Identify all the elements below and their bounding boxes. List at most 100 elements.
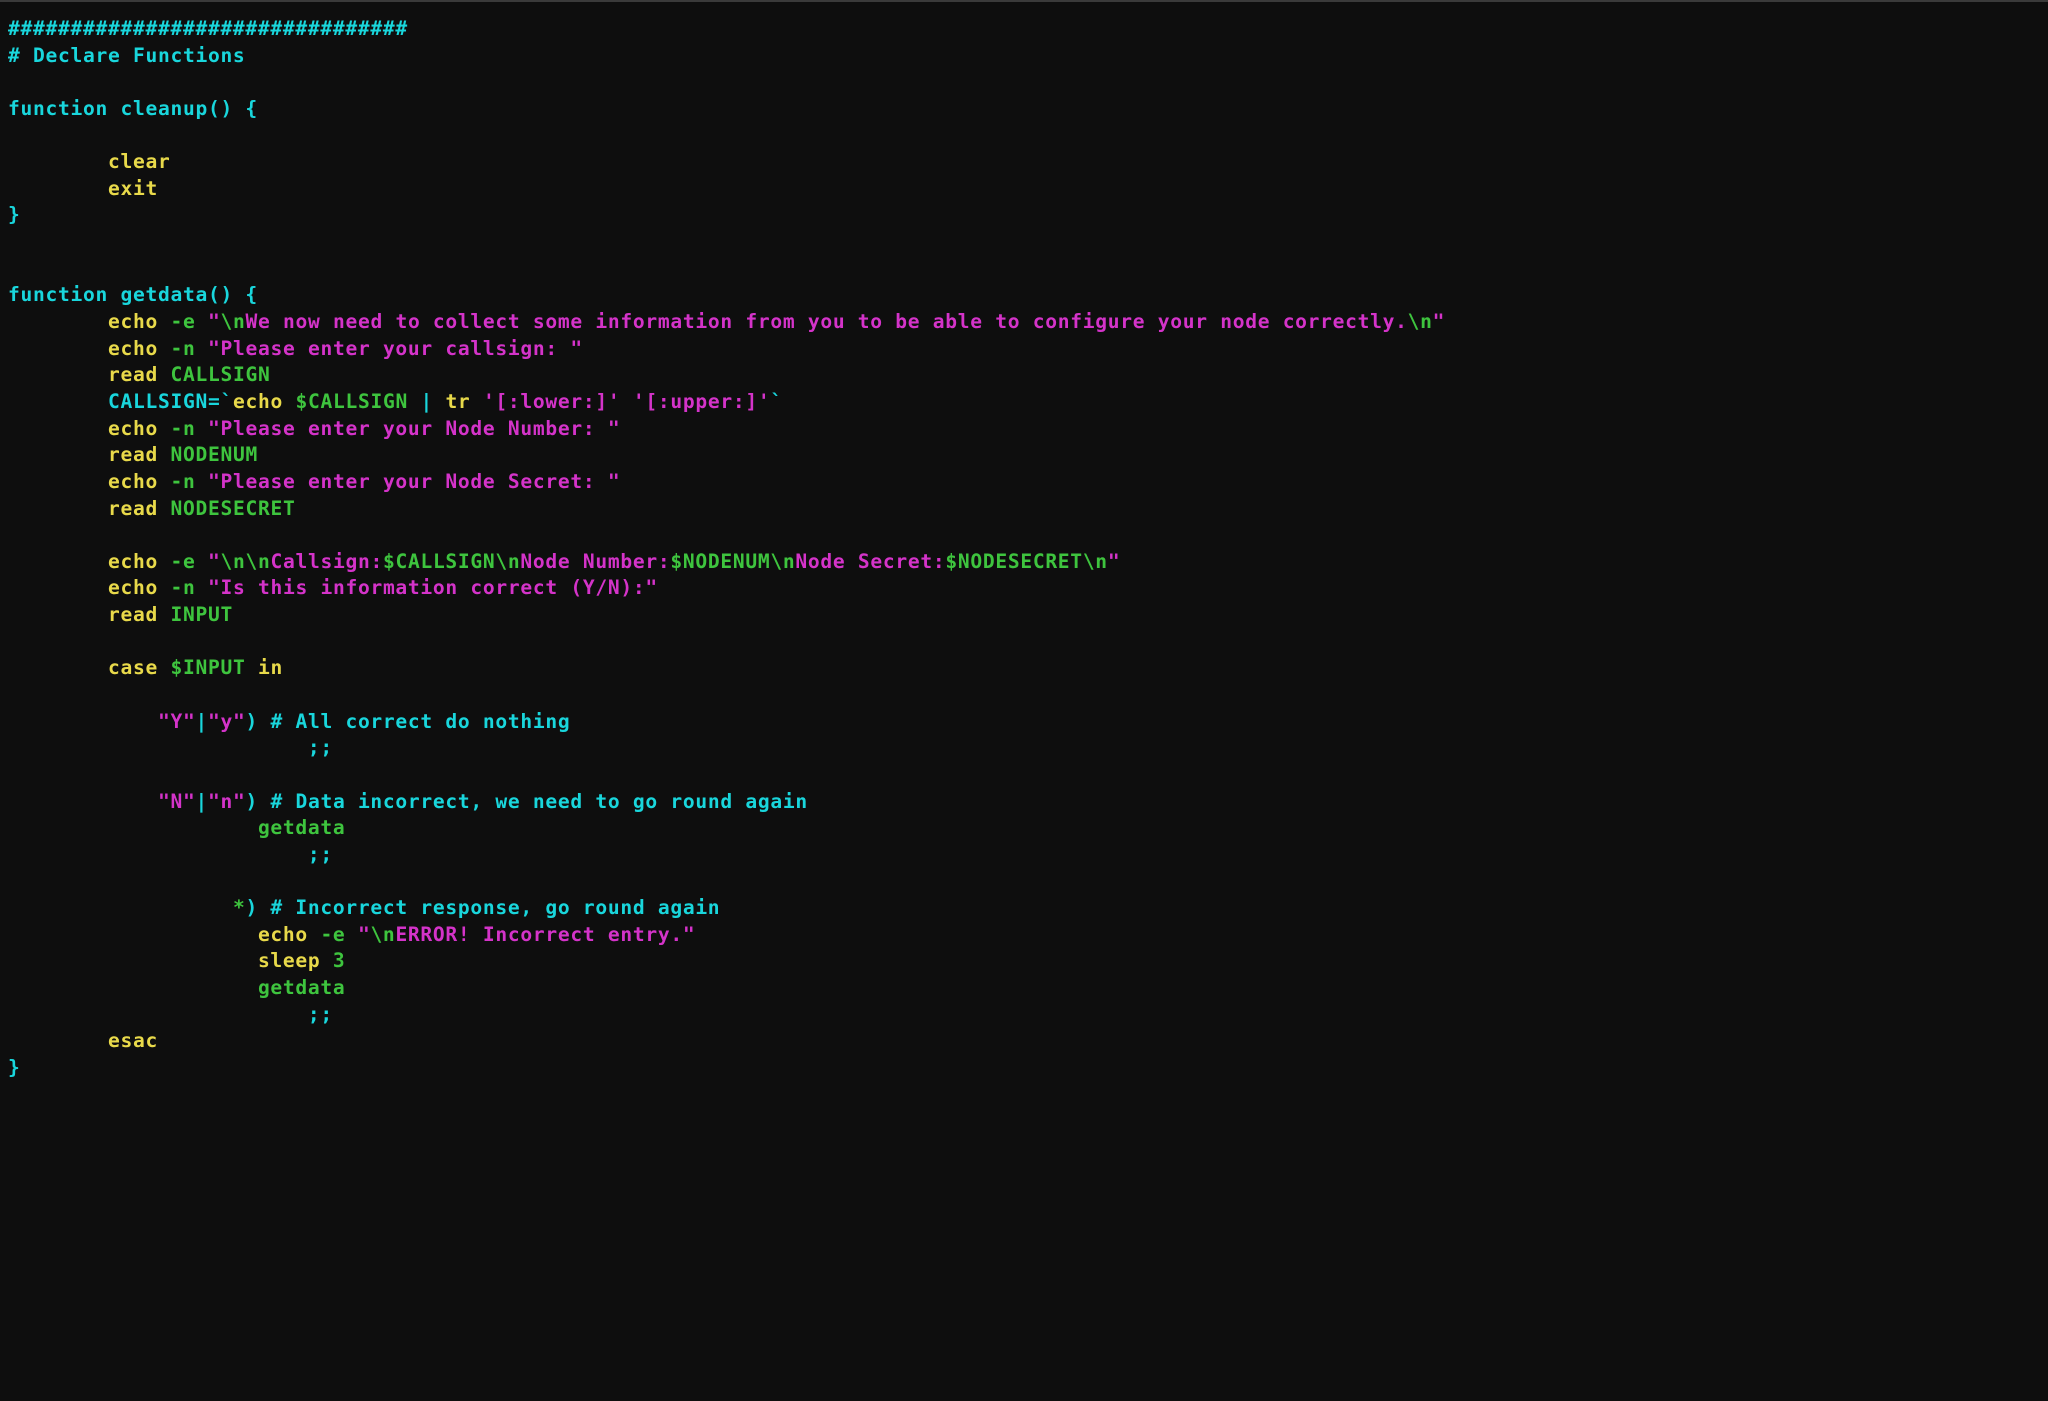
esc-nn: \n\n <box>220 550 270 573</box>
quote: " <box>608 470 621 493</box>
quote: " <box>233 790 246 813</box>
cmd-echo: echo <box>108 310 158 333</box>
comment-correct: # All correct do nothing <box>258 710 570 733</box>
flag-n: -n <box>170 417 195 440</box>
quote: " <box>208 470 221 493</box>
call-getdata: getdata <box>258 976 345 999</box>
cmd-echo: echo <box>233 390 283 413</box>
lit-3: 3 <box>333 949 346 972</box>
quote: " <box>183 790 196 813</box>
var-callsign: CALLSIGN <box>170 363 270 386</box>
fn-getdata-decl: function getdata() { <box>8 283 258 306</box>
code-block: ################################ # Decla… <box>0 0 2048 1090</box>
varref-nodenum: $NODENUM <box>670 550 770 573</box>
comment-incorrect: # Data incorrect, we need to go round ag… <box>258 790 808 813</box>
quote: " <box>208 790 221 813</box>
var-nodenum: NODENUM <box>170 443 257 466</box>
comment-badresp: # Incorrect response, go round again <box>258 896 720 919</box>
pipe: | <box>195 710 208 733</box>
cmd-tr: tr <box>445 390 470 413</box>
quote: " <box>158 790 171 813</box>
quote: " <box>1433 310 1446 333</box>
quote: " <box>183 710 196 733</box>
cmd-echo: echo <box>258 923 308 946</box>
str-enter-nodenum: Please enter your Node Number: <box>220 417 607 440</box>
flag-e: -e <box>170 550 195 573</box>
kw-esac: esac <box>108 1029 158 1052</box>
quote: " <box>608 417 621 440</box>
case-N: N <box>170 790 183 813</box>
cmd-echo: echo <box>108 470 158 493</box>
comment-hash: ################################ <box>8 17 408 40</box>
case-paren: ) <box>245 790 258 813</box>
quote: " <box>358 923 371 946</box>
esc-n: \n <box>770 550 795 573</box>
brace-close: } <box>8 1056 21 1079</box>
quote: " <box>208 710 221 733</box>
cmd-read: read <box>108 497 158 520</box>
str-info: We now need to collect some information … <box>245 310 1407 333</box>
quote: " <box>1108 550 1121 573</box>
esc-n: \n <box>1408 310 1433 333</box>
equals: = <box>208 390 221 413</box>
dsemi: ;; <box>308 736 333 759</box>
cmd-read: read <box>108 363 158 386</box>
flag-n: -n <box>170 337 195 360</box>
varref-input: $INPUT <box>170 656 245 679</box>
cmd-exit: exit <box>108 177 158 200</box>
str-enter-callsign: Please enter your callsign: <box>220 337 570 360</box>
esc-n: \n <box>495 550 520 573</box>
quote: " <box>683 923 696 946</box>
esc-n: \n <box>1083 550 1108 573</box>
backtick: ` <box>220 390 233 413</box>
dsemi: ;; <box>308 1003 333 1026</box>
quote: " <box>208 337 221 360</box>
cmd-echo: echo <box>108 550 158 573</box>
dsemi: ;; <box>308 843 333 866</box>
cmd-echo: echo <box>108 576 158 599</box>
str-confirm: Is this information correct (Y/N): <box>220 576 645 599</box>
quote: " <box>208 417 221 440</box>
str-nodenum-label: Node Number: <box>520 550 670 573</box>
flag-n: -n <box>170 470 195 493</box>
str-enter-secret: Please enter your Node Secret: <box>220 470 607 493</box>
case-star: * <box>233 896 246 919</box>
case-paren: ) <box>245 710 258 733</box>
flag-n: -n <box>170 576 195 599</box>
str-upper: '[:upper:]' <box>633 390 770 413</box>
var-input: INPUT <box>170 603 232 626</box>
quote: " <box>208 550 221 573</box>
str-error: ERROR! Incorrect entry. <box>395 923 682 946</box>
pipe: | <box>195 790 208 813</box>
str-lower: '[:lower:]' <box>483 390 620 413</box>
esc-n: \n <box>220 310 245 333</box>
pipe: | <box>420 390 433 413</box>
quote: " <box>208 576 221 599</box>
cmd-sleep: sleep <box>258 949 320 972</box>
cmd-echo: echo <box>108 417 158 440</box>
var-nodesecret: NODESECRET <box>170 497 295 520</box>
case-paren: ) <box>245 896 258 919</box>
varref-nodesecret: $NODESECRET <box>945 550 1082 573</box>
fn-cleanup-decl: function cleanup() { <box>8 97 258 120</box>
case-y: y <box>220 710 233 733</box>
quote: " <box>208 310 221 333</box>
var-callsign-assign: CALLSIGN <box>108 390 208 413</box>
case-n: n <box>220 790 233 813</box>
quote: " <box>645 576 658 599</box>
str-callsign-label: Callsign: <box>270 550 382 573</box>
flag-e: -e <box>170 310 195 333</box>
backtick: ` <box>770 390 783 413</box>
quote: " <box>158 710 171 733</box>
case-Y: Y <box>170 710 183 733</box>
quote: " <box>233 710 246 733</box>
cmd-clear: clear <box>108 150 170 173</box>
call-getdata: getdata <box>258 816 345 839</box>
str-nodesecret-label: Node Secret: <box>795 550 945 573</box>
varref-callsign: $CALLSIGN <box>383 550 495 573</box>
cmd-read: read <box>108 603 158 626</box>
cmd-echo: echo <box>108 337 158 360</box>
varref-callsign: $CALLSIGN <box>295 390 407 413</box>
cmd-read: read <box>108 443 158 466</box>
comment-declare: # Declare Functions <box>8 44 245 67</box>
